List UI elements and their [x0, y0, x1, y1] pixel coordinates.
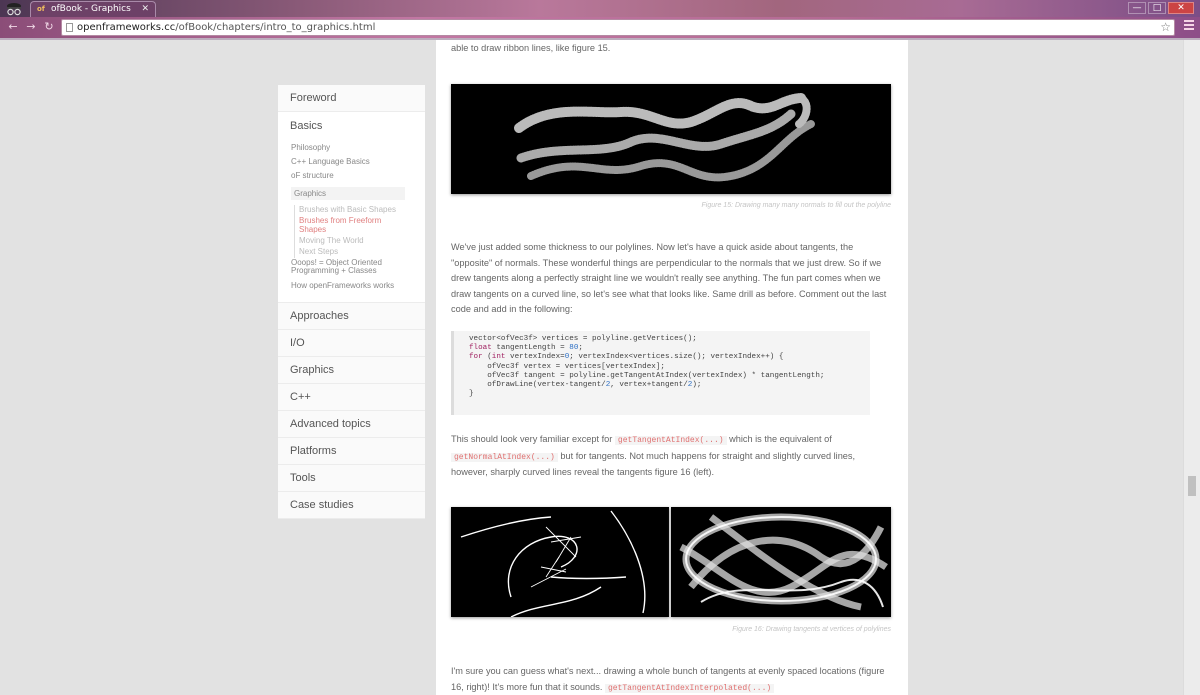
sidebar-item-brushes-basic[interactable]: Brushes with Basic Shapes: [299, 205, 404, 214]
maximize-button[interactable]: □: [1148, 2, 1166, 14]
sidebar-item-graphics-current[interactable]: Graphics: [291, 187, 405, 200]
sidebar-item-cpp-basics[interactable]: C++ Language Basics: [291, 158, 370, 166]
interpolated-tangents-image: [679, 513, 888, 611]
page-icon: [66, 23, 73, 32]
sidebar-item-brushes-freeform[interactable]: Brushes from Freeform Shapes: [299, 216, 404, 234]
figure-16-caption: Figure 16: Drawing tangents at vertices …: [732, 626, 891, 633]
figure-16-right: [671, 507, 891, 617]
figure-16-left: [451, 507, 669, 618]
sidebar-nav: Foreword Basics Philosophy C++ Language …: [278, 85, 425, 519]
code-line-1: vector<ofVec3f> vertices = polyline.getV…: [469, 335, 697, 343]
paragraph-tangent-index: This should look very familiar except fo…: [451, 432, 891, 481]
text: which is the equivalent of: [726, 434, 832, 444]
paragraph-interpolated: I'm sure you can guess what's next... dr…: [451, 664, 891, 695]
sidebar-section-basics: Basics Philosophy C++ Language Basics oF…: [278, 112, 425, 303]
browser-toolbar: ← → ↻ openframeworks.cc/ofBook/chapters/…: [0, 17, 1200, 38]
menu-icon[interactable]: [1184, 20, 1194, 34]
code-text: );: [692, 381, 702, 390]
code-text: tangentLength =: [491, 344, 570, 353]
code-block: vector<ofVec3f> vertices = polyline.getV…: [451, 331, 870, 415]
forward-arrow-icon[interactable]: →: [24, 20, 38, 34]
tab-close-icon[interactable]: ✕: [141, 2, 149, 16]
code-line-4: ofVec3f vertex = vertices[vertexIndex];: [469, 362, 665, 371]
sidebar-item-advanced-topics[interactable]: Advanced topics: [278, 411, 425, 438]
code-line-7: }: [469, 390, 474, 399]
inline-code-get-tangent-interpolated: getTangentAtIndexInterpolated(...): [604, 683, 775, 693]
top-line-text: able to draw ribbon lines, like figure 1…: [451, 43, 611, 53]
sidebar-item-platforms[interactable]: Platforms: [278, 438, 425, 465]
code-keyword: int: [491, 353, 506, 362]
back-arrow-icon[interactable]: ←: [6, 20, 20, 34]
code-text: , vertex+tangent/: [610, 381, 688, 390]
inline-code-get-tangent: getTangentAtIndex(...): [614, 436, 727, 445]
ribbon-lines-image: [514, 93, 815, 182]
figure-15-ribbons: [451, 84, 891, 194]
bookmark-star-icon[interactable]: ☆: [1160, 20, 1171, 35]
code-keyword: for: [469, 353, 483, 362]
code-text: vertexIndex=: [505, 353, 565, 362]
sidebar-item-moving-world[interactable]: Moving The World: [299, 236, 404, 245]
sidebar-item-case-studies[interactable]: Case studies: [278, 492, 425, 519]
sidebar-item-next-steps[interactable]: Next Steps: [299, 247, 404, 256]
sidebar-item-of-structure[interactable]: oF structure: [291, 172, 334, 180]
url-path: /ofBook/chapters/intro_to_graphics.html: [175, 22, 376, 33]
reload-icon[interactable]: ↻: [42, 20, 56, 34]
figure-15-caption: Figure 15: Drawing many many normals to …: [701, 202, 891, 209]
sidebar-item-philosophy[interactable]: Philosophy: [291, 144, 330, 152]
page-scrollbar[interactable]: [1183, 40, 1200, 695]
sidebar-item-how-of-works[interactable]: How openFrameworks works: [291, 282, 394, 290]
code-text: ; vertexIndex<vertices.size(); vertexInd…: [569, 353, 784, 362]
scrollbar-thumb[interactable]: [1188, 476, 1196, 496]
main-content: able to draw ribbon lines, like figure 1…: [436, 40, 908, 695]
inline-code-get-normal: getNormalAtIndex(...): [451, 452, 558, 462]
code-text: ofDrawLine(vertex-tangent/: [469, 381, 606, 390]
sidebar-item-graphics[interactable]: Graphics: [278, 357, 425, 384]
sidebar-item-io[interactable]: I/O: [278, 330, 425, 357]
sidebar-item-basics[interactable]: Basics: [290, 120, 322, 132]
sidebar-item-approaches[interactable]: Approaches: [278, 303, 425, 330]
graphics-subsections: Brushes with Basic Shapes Brushes from F…: [294, 205, 404, 258]
url-domain: openframeworks.cc: [77, 22, 176, 33]
address-bar[interactable]: openframeworks.cc/ofBook/chapters/intro_…: [61, 19, 1175, 36]
tangents-at-vertices-image: [460, 510, 646, 618]
tab-title: ofBook - Graphics: [51, 4, 131, 14]
openframeworks-favicon-icon: of: [37, 5, 45, 13]
paragraph-tangents: We've just added some thickness to our p…: [451, 242, 887, 315]
close-window-button[interactable]: ✕: [1168, 2, 1194, 14]
window-controls: — □ ✕: [1128, 2, 1194, 14]
sidebar-item-tools[interactable]: Tools: [278, 465, 425, 492]
tab-ofbook-graphics[interactable]: of ofBook - Graphics ✕: [30, 1, 156, 17]
code-text: (: [482, 353, 492, 362]
sidebar-item-foreword[interactable]: Foreword: [278, 85, 425, 112]
code-line-5: ofVec3f tangent = polyline.getTangentAtI…: [469, 371, 825, 380]
sidebar-item-cpp[interactable]: C++: [278, 384, 425, 411]
browser-titlebar: of ofBook - Graphics ✕ — □ ✕: [0, 0, 1200, 17]
minimize-button[interactable]: —: [1128, 2, 1146, 14]
sidebar-item-ooops[interactable]: Ooops! = Object Oriented Programming + C…: [291, 259, 411, 275]
incognito-icon: [7, 3, 21, 16]
code-keyword: float: [469, 344, 492, 353]
text: This should look very familiar except fo…: [451, 434, 615, 444]
